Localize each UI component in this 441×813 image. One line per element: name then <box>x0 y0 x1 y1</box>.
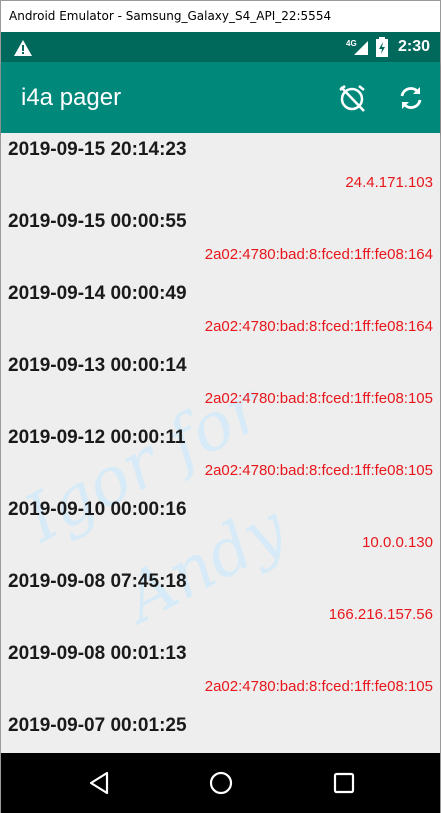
list-item[interactable]: 2019-09-08 07:45:18 166.216.157.56 <box>1 565 440 637</box>
entry-date: 2019-09-07 00:01:25 <box>8 715 187 736</box>
warning-icon <box>14 40 32 56</box>
window-title: Android Emulator - Samsung_Galaxy_S4_API… <box>9 9 332 23</box>
entry-ip: 10.0.0.130 <box>362 534 433 551</box>
network-type: 4G <box>346 39 357 48</box>
entry-ip: 166.216.157.56 <box>328 606 433 623</box>
home-icon[interactable] <box>206 768 236 798</box>
navigation-bar <box>1 753 440 813</box>
entry-ip: 2a02:4780:bad:8:fced:1ff:fe08:164 <box>204 246 433 263</box>
entry-date: 2019-09-12 00:00:11 <box>8 427 186 448</box>
entry-ip: 2a02:4780:bad:8:fced:1ff:fe08:105 <box>204 390 433 407</box>
log-list[interactable]: Igor for Andy 2019-09-15 20:14:23 24.4.1… <box>1 133 440 753</box>
list-item[interactable]: 2019-09-15 00:00:55 2a02:4780:bad:8:fced… <box>1 205 440 277</box>
status-clock: 2:30 <box>397 38 430 55</box>
list-item[interactable]: 2019-09-12 00:00:11 2a02:4780:bad:8:fced… <box>1 421 440 493</box>
recents-icon[interactable] <box>329 768 359 798</box>
window-title-bar[interactable]: Android Emulator - Samsung_Galaxy_S4_API… <box>1 1 440 32</box>
entry-ip: 24.4.171.103 <box>345 174 433 191</box>
status-right: 4G 2:30 <box>346 32 430 62</box>
back-icon[interactable] <box>85 768 115 798</box>
app-title: i4a pager <box>21 84 122 111</box>
battery-icon <box>375 37 388 57</box>
entry-date: 2019-09-15 20:14:23 <box>8 139 187 160</box>
status-bar: 4G 2:30 <box>1 32 440 62</box>
signal-icon: 4G <box>346 39 368 55</box>
entry-date: 2019-09-13 00:00:14 <box>8 355 187 376</box>
entry-date: 2019-09-10 00:00:16 <box>8 499 187 520</box>
list-item[interactable]: 2019-09-08 00:01:13 2a02:4780:bad:8:fced… <box>1 637 440 709</box>
entry-date: 2019-09-14 00:00:49 <box>8 283 187 304</box>
entry-ip: 2a02:4780:bad:8:fced:1ff:fe08:105 <box>204 462 433 479</box>
list-item[interactable]: 2019-09-14 00:00:49 2a02:4780:bad:8:fced… <box>1 277 440 349</box>
list-item[interactable]: 2019-09-13 00:00:14 2a02:4780:bad:8:fced… <box>1 349 440 421</box>
list-item[interactable]: 2019-09-07 00:01:25 <box>1 709 440 753</box>
list-item[interactable]: 2019-09-15 20:14:23 24.4.171.103 <box>1 133 440 205</box>
entry-date: 2019-09-08 00:01:13 <box>8 643 187 664</box>
list-item[interactable]: 2019-09-10 00:00:16 10.0.0.130 <box>1 493 440 565</box>
app-bar: i4a pager <box>1 62 440 133</box>
entry-ip: 2a02:4780:bad:8:fced:1ff:fe08:164 <box>204 318 433 335</box>
alarm-off-icon[interactable] <box>337 83 367 113</box>
emulator-window: Android Emulator - Samsung_Galaxy_S4_API… <box>0 0 441 813</box>
refresh-icon[interactable] <box>396 83 426 113</box>
entry-date: 2019-09-08 07:45:18 <box>8 571 187 592</box>
entry-ip: 2a02:4780:bad:8:fced:1ff:fe08:105 <box>204 678 433 695</box>
entry-date: 2019-09-15 00:00:55 <box>8 211 187 232</box>
